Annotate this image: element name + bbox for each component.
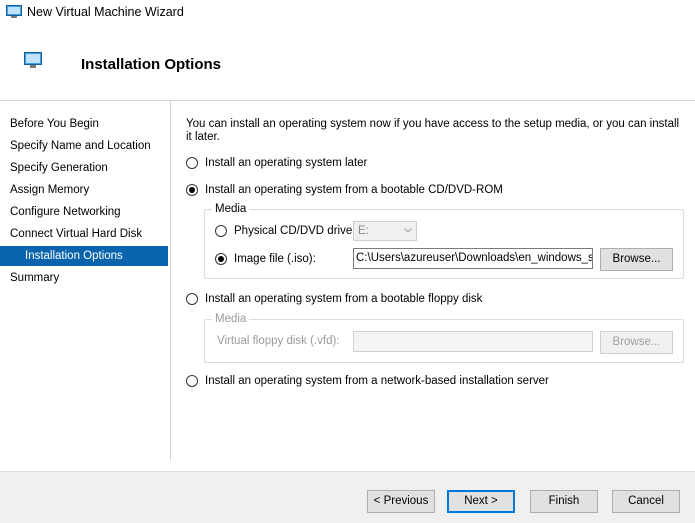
floppy-media-group-title: Media xyxy=(212,313,250,325)
install-from-network-radio[interactable] xyxy=(186,375,198,387)
install-from-floppy-option[interactable]: Install an operating system from a boota… xyxy=(186,290,482,308)
install-from-network-option[interactable]: Install an operating system from a netwo… xyxy=(186,372,549,390)
next-button[interactable]: Next > xyxy=(447,490,515,513)
cd-media-group-title: Media xyxy=(212,203,250,215)
page-description: You can install an operating system now … xyxy=(186,118,680,143)
install-later-option[interactable]: Install an operating system later xyxy=(186,154,367,172)
physical-drive-select[interactable]: E: xyxy=(353,221,417,241)
virtual-machine-icon xyxy=(24,52,42,68)
virtual-machine-icon xyxy=(6,5,22,18)
finish-button[interactable]: Finish xyxy=(530,490,598,513)
sidebar-item-before-you-begin[interactable]: Before You Begin xyxy=(0,114,168,134)
wizard-footer: < Previous Next > Finish Cancel xyxy=(0,471,695,523)
previous-button[interactable]: < Previous xyxy=(367,490,435,513)
install-from-cd-radio[interactable] xyxy=(186,184,198,196)
install-from-cd-label: Install an operating system from a boota… xyxy=(205,184,503,196)
sidebar-item-configure-networking[interactable]: Configure Networking xyxy=(0,202,168,222)
window-title: New Virtual Machine Wizard xyxy=(27,5,184,19)
install-from-floppy-label: Install an operating system from a boota… xyxy=(205,293,483,305)
physical-drive-option[interactable]: Physical CD/DVD drive: xyxy=(215,222,355,240)
sidebar-item-installation-options[interactable]: Installation Options xyxy=(0,246,168,266)
install-later-label: Install an operating system later xyxy=(205,157,368,169)
physical-drive-label: Physical CD/DVD drive: xyxy=(234,225,356,237)
sidebar-item-summary[interactable]: Summary xyxy=(0,268,168,288)
vfd-path-input[interactable] xyxy=(353,331,593,352)
image-file-radio[interactable] xyxy=(215,253,227,265)
browse-floppy-button[interactable]: Browse... xyxy=(600,331,673,354)
image-file-path-input[interactable]: C:\Users\azureuser\Downloads\en_windows_… xyxy=(353,248,593,269)
install-from-floppy-radio[interactable] xyxy=(186,293,198,305)
image-file-option[interactable]: Image file (.iso): xyxy=(215,250,316,268)
page-title: Installation Options xyxy=(81,56,222,73)
main-content: You can install an operating system now … xyxy=(171,101,695,461)
install-later-radio[interactable] xyxy=(186,157,198,169)
title-bar: New Virtual Machine Wizard xyxy=(0,0,695,24)
image-file-label: Image file (.iso): xyxy=(234,253,316,265)
sidebar-item-connect-virtual-hard-disk[interactable]: Connect Virtual Hard Disk xyxy=(0,224,168,244)
physical-drive-radio[interactable] xyxy=(215,225,227,237)
cancel-button[interactable]: Cancel xyxy=(612,490,680,513)
chevron-down-icon xyxy=(404,228,412,233)
wizard-header: Installation Options xyxy=(0,24,695,101)
browse-image-button[interactable]: Browse... xyxy=(600,248,673,271)
install-from-cd-option[interactable]: Install an operating system from a boota… xyxy=(186,181,503,199)
physical-drive-value: E: xyxy=(358,225,369,237)
sidebar-item-specify-name-and-location[interactable]: Specify Name and Location xyxy=(0,136,168,156)
sidebar-item-specify-generation[interactable]: Specify Generation xyxy=(0,158,168,178)
vfd-label: Virtual floppy disk (.vfd): xyxy=(217,335,340,347)
sidebar-item-assign-memory[interactable]: Assign Memory xyxy=(0,180,168,200)
install-from-network-label: Install an operating system from a netwo… xyxy=(205,375,549,387)
wizard-steps-sidebar: Before You Begin Specify Name and Locati… xyxy=(0,101,171,461)
